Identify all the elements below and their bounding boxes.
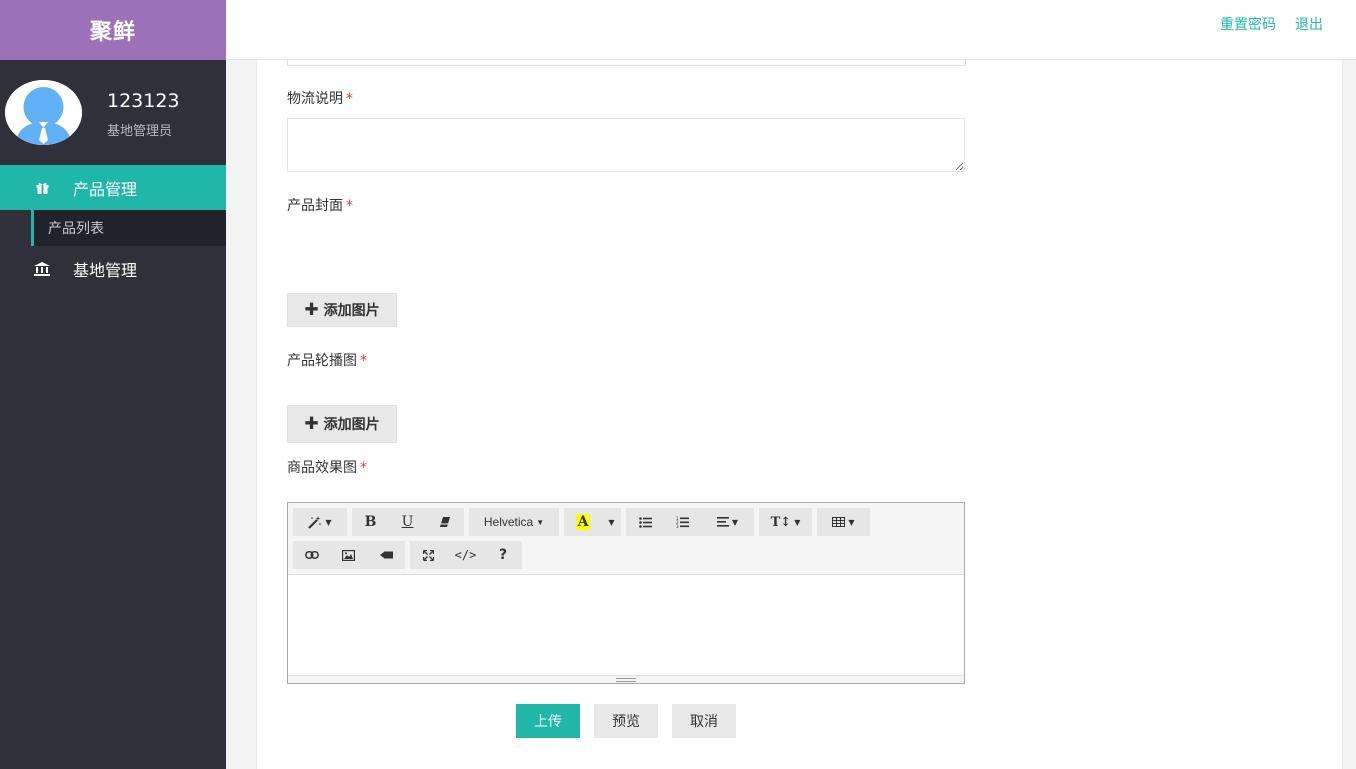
- logistics-label: 物流说明 *: [287, 88, 353, 108]
- logout-link[interactable]: 退出: [1295, 14, 1323, 34]
- plus-icon: ✚: [304, 414, 319, 434]
- eraser-icon[interactable]: [426, 508, 464, 536]
- nav-label-product: 产品管理: [73, 179, 138, 199]
- bold-icon[interactable]: B: [352, 508, 389, 536]
- grip-icon: [616, 678, 636, 682]
- cancel-button[interactable]: 取消: [672, 704, 736, 738]
- editor-resize-handle[interactable]: [288, 675, 964, 683]
- misc-group: </> ?: [410, 541, 522, 569]
- link-icon[interactable]: [293, 541, 330, 569]
- font-name-value: Helvetica: [483, 515, 534, 529]
- code-icon[interactable]: </>: [447, 541, 484, 569]
- picture-icon[interactable]: [330, 541, 367, 569]
- user-profile: 123123 基地管理员: [0, 60, 226, 165]
- paragraph-group: 123 ▼: [626, 508, 754, 536]
- top-bar: 重置密码 退出: [226, 0, 1356, 60]
- font-color-icon[interactable]: A: [564, 508, 602, 536]
- fullscreen-icon[interactable]: [410, 541, 447, 569]
- line-height-group: T↕ ▼: [759, 508, 812, 536]
- ordered-list-icon[interactable]: 123: [664, 508, 701, 536]
- help-icon[interactable]: ?: [484, 541, 522, 569]
- brand-logo: 聚鲜: [0, 0, 226, 60]
- user-avatar-icon: [5, 80, 82, 145]
- logistics-textarea[interactable]: [287, 118, 965, 172]
- plus-icon: ✚: [304, 300, 319, 320]
- color-group: A ▼: [564, 508, 621, 536]
- editor-content-area[interactable]: [288, 576, 964, 676]
- required-mark: *: [360, 460, 367, 476]
- underline-icon[interactable]: U: [389, 508, 426, 536]
- insert-group: [293, 541, 405, 569]
- editor-toolbar: ▼ B U Helvetica ▼ A ▼ 1 2 3 ▼ T↕ ▼ ▼ </>…: [288, 503, 964, 575]
- svg-text:3: 3: [676, 524, 679, 528]
- line-height-icon[interactable]: T↕ ▼: [759, 508, 812, 536]
- add-cover-image-button[interactable]: ✚ 添加图片: [287, 293, 397, 327]
- add-image-label: 添加图片: [323, 417, 380, 433]
- carousel-label-text: 产品轮播图: [287, 353, 357, 369]
- nav-item-base[interactable]: 基地管理: [0, 246, 226, 291]
- unordered-list-icon[interactable]: [626, 508, 664, 536]
- upload-button[interactable]: 上传: [516, 704, 580, 738]
- product-form-panel: 物流说明 * 产品封面 * ✚ 添加图片 产品轮播图 * ✚ 添加图片 商品效果图 * …: [256, 40, 1343, 769]
- style-button[interactable]: ▼: [293, 508, 347, 536]
- carousel-label: 产品轮播图 *: [287, 350, 367, 370]
- font-name-dropdown[interactable]: Helvetica ▼: [469, 508, 559, 536]
- font-style-group: B U: [352, 508, 464, 536]
- reset-password-link[interactable]: 重置密码: [1220, 14, 1276, 34]
- add-carousel-image-button[interactable]: ✚ 添加图片: [287, 405, 397, 443]
- effect-label: 商品效果图 *: [287, 457, 367, 477]
- preview-button[interactable]: 预览: [594, 704, 658, 738]
- font-name-group: Helvetica ▼: [469, 508, 559, 536]
- video-icon[interactable]: [367, 541, 405, 569]
- required-mark: *: [346, 91, 353, 107]
- required-mark: *: [360, 353, 367, 369]
- align-icon[interactable]: ▼: [701, 508, 754, 536]
- magic-icon: [308, 516, 322, 529]
- username: 123123: [107, 90, 180, 112]
- required-mark: *: [346, 198, 353, 214]
- nav-label-base: 基地管理: [73, 260, 138, 280]
- sidebar-item-product-list[interactable]: 产品列表: [31, 210, 226, 246]
- nav-item-product[interactable]: 产品管理: [0, 165, 226, 210]
- style-group: ▼: [293, 508, 347, 536]
- cover-label-text: 产品封面: [287, 198, 343, 214]
- gift-icon: [34, 180, 50, 196]
- add-image-label: 添加图片: [323, 303, 380, 319]
- sidebar: 聚鲜 123123 基地管理员 产品管理 产品列表 基地管理: [0, 0, 226, 769]
- user-role: 基地管理员: [107, 124, 173, 139]
- avatar[interactable]: [5, 80, 82, 145]
- table-icon[interactable]: ▼: [817, 508, 870, 536]
- color-dropdown-caret[interactable]: ▼: [602, 508, 621, 536]
- logistics-label-text: 物流说明: [287, 91, 343, 107]
- table-group: ▼: [817, 508, 870, 536]
- cover-label: 产品封面 *: [287, 195, 353, 215]
- bank-icon: [34, 261, 50, 277]
- effect-label-text: 商品效果图: [287, 460, 357, 476]
- rich-text-editor: ▼ B U Helvetica ▼ A ▼ 1 2 3 ▼ T↕ ▼ ▼ </>…: [287, 502, 965, 684]
